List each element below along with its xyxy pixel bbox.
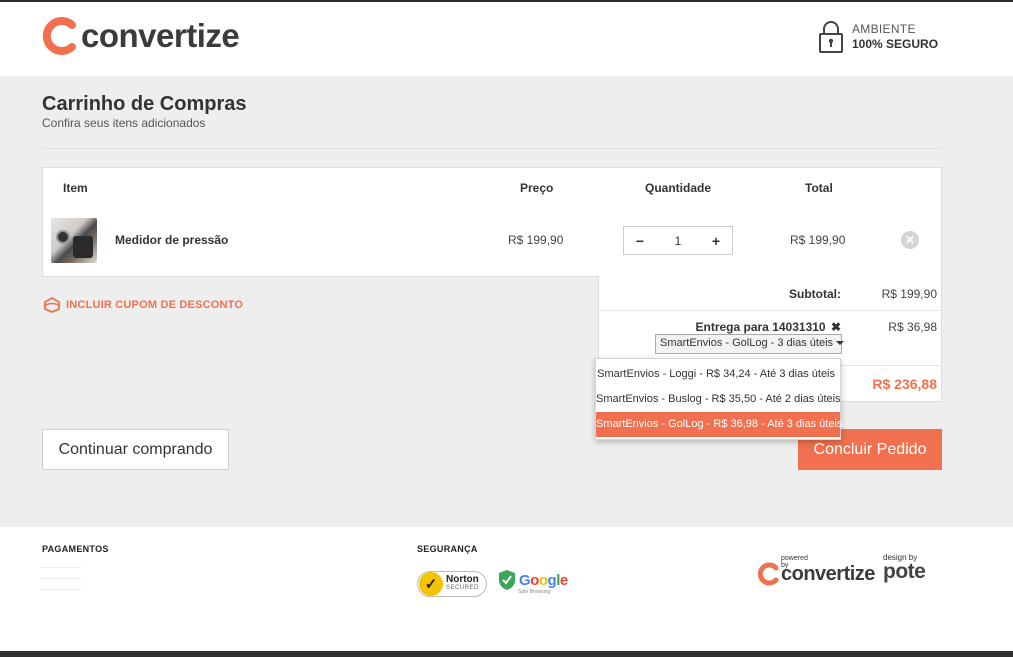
coupon-label: INCLUIR CUPOM DE DESCONTO [66,299,244,311]
grand-total: R$ 236,88 [872,376,937,392]
subtotal-value: R$ 199,90 [881,287,937,301]
cart-section: Carrinho de Compras Confira seus itens a… [0,76,1013,527]
coupon-link[interactable]: INCLUIR CUPOM DE DESCONTO [42,296,243,314]
google-subtitle: Safe Browsing [518,589,551,595]
secure-line-2: 100% SEGURO [852,37,939,51]
payments-heading: PAGAMENTOS [42,544,109,554]
page-subtitle: Confira seus itens adicionados [42,116,206,130]
quantity-increase-button[interactable]: + [710,233,722,249]
payment-methods-placeholder [40,567,82,603]
header-total: Total [805,181,833,195]
header-price: Preço [520,181,554,195]
quantity-value[interactable]: 1 [675,234,682,248]
norton-subtitle: SECURED [446,585,479,591]
shipping-select[interactable]: SmartEnvios - GolLog - 3 dias úteis [655,334,845,354]
site-header: convertize AMBIENTE 100% SEGURO [0,2,1013,76]
brand-logo[interactable]: convertize [42,16,240,56]
product-price: R$ 199,90 [508,233,564,247]
dropdown-caret-icon [836,341,845,346]
shipping-label: Entrega para 14031310 ✖ [696,320,842,334]
google-wordmark: Google [519,571,568,589]
shipping-selected-option: SmartEnvios - GolLog - 3 dias úteis [660,337,834,349]
shipping-options-dropdown: SmartEnvios - Loggi - R$ 34,24 - Até 3 d… [595,358,842,440]
quantity-stepper: − 1 + [623,226,733,255]
site-footer: PAGAMENTOS SEGURANÇA ✓ Norton SECURED Go… [0,527,1013,651]
product-thumbnail[interactable] [51,218,97,263]
remove-item-icon[interactable]: ✕ [901,231,919,249]
powered-by-brand: convertize [781,562,875,585]
shipping-option[interactable]: SmartEnvios - Loggi - R$ 34,24 - Até 3 d… [596,362,840,387]
shipping-option-selected[interactable]: SmartEnvios - GolLog - R$ 36,98 - Até 3 … [596,412,842,437]
page-title: Carrinho de Compras [42,93,247,115]
product-total: R$ 199,90 [790,233,846,247]
shipping-option[interactable]: SmartEnvios - Buslog - R$ 35,50 - Até 2 … [596,387,841,412]
google-safe-browsing-seal[interactable]: Google Safe Browsing [498,569,568,595]
cart-table: Item Preço Quantidade Total Medidor de p… [42,167,942,277]
header-item: Item [63,181,88,195]
norton-title: Norton [446,574,479,585]
convertize-logo-icon [42,17,76,55]
coupon-tag-icon [44,297,60,313]
brand-name: convertize [81,17,240,54]
secure-line-1: AMBIENTE [852,22,916,36]
product-name[interactable]: Medidor de pressão [115,233,228,247]
subtotal-label: Subtotal: [789,287,841,301]
shipping-value: R$ 36,98 [888,320,937,334]
bottom-bar [0,651,1013,657]
norton-seal[interactable]: ✓ Norton SECURED [417,571,487,597]
header-quantity: Quantidade [645,181,712,195]
google-shield-icon [499,570,515,590]
subtotal-row: Subtotal: R$ 199,90 [599,276,941,311]
continue-shopping-button[interactable]: Continuar comprando [42,429,229,470]
convertize-small-logo-icon [758,562,779,586]
quantity-decrease-button[interactable]: − [634,233,646,249]
shipping-destination: Entrega para 14031310 [695,320,826,334]
design-by-brand: pote [883,560,926,583]
padlock-icon [819,21,843,53]
title-divider [42,148,942,149]
security-heading: SEGURANÇA [417,544,478,554]
remove-shipping-icon[interactable]: ✖ [831,320,841,334]
secure-environment-badge: AMBIENTE 100% SEGURO [818,20,938,54]
norton-check-icon: ✓ [419,572,443,596]
design-by-pote[interactable]: design by pote [883,553,926,584]
